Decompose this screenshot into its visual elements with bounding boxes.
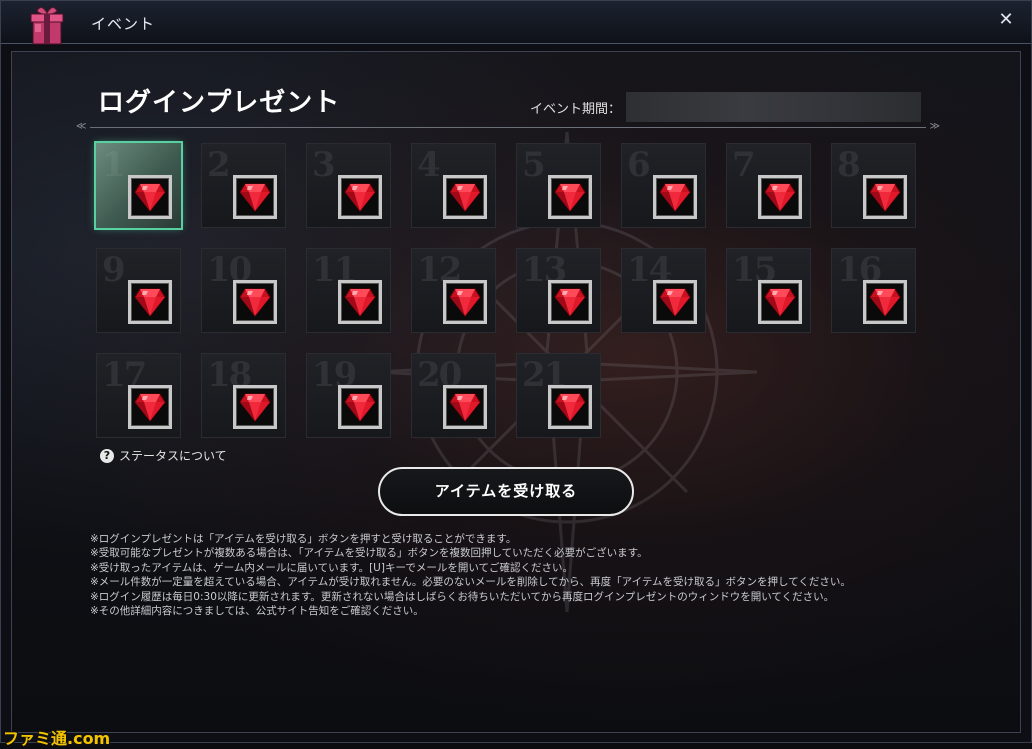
reward-day-cell[interactable]: 5 [516,143,601,228]
item-slot [233,280,277,324]
red-gem-icon [554,288,586,317]
item-slot [128,280,172,324]
red-gem-icon [134,288,166,317]
day-number: 4 [417,145,441,185]
reward-day-cell[interactable]: 13 [516,248,601,333]
day-number: 2 [207,145,231,185]
login-present-panel: ログインプレゼント イベント期間： ≪ ≫ 1 2 3 4 5 6 7 8 9 10 11 12 13 14… [11,51,1021,733]
item-slot [653,280,697,324]
red-gem-icon [659,183,691,212]
red-gem-icon [869,183,901,212]
watermark-logo: ファミ通.com [3,729,111,748]
red-gem-icon [344,288,376,317]
item-slot [128,175,172,219]
event-period-value [626,92,921,122]
reward-day-cell[interactable]: 19 [306,353,391,438]
red-gem-icon [659,288,691,317]
day-number: 7 [732,145,756,185]
event-window: イベント ✕ ログインプレゼント イベント期間： ≪ ≫ 1 2 3 4 5 6 7 8 9 10 1… [0,0,1032,748]
close-button[interactable]: ✕ [995,9,1017,31]
item-slot [863,280,907,324]
item-slot [758,175,802,219]
note-line: ※ログインプレゼントは「アイテムを受け取る」ボタンを押すと受け取ることができます… [90,533,517,545]
reward-day-cell[interactable]: 16 [831,248,916,333]
reward-day-cell[interactable]: 21 [516,353,601,438]
reward-day-cell[interactable]: 14 [621,248,706,333]
reward-day-cell[interactable]: 4 [411,143,496,228]
red-gem-icon [869,288,901,317]
day-number: 8 [837,145,861,185]
item-slot [128,385,172,429]
reward-day-cell[interactable]: 3 [306,143,391,228]
item-slot [758,280,802,324]
note-line: ※メール件数が一定量を超えている場合、アイテムが受け取れません。必要のないメール… [90,576,851,589]
red-gem-icon [764,183,796,212]
red-gem-icon [764,288,796,317]
red-gem-icon [554,393,586,422]
reward-day-cell[interactable]: 12 [411,248,496,333]
reward-day-cell[interactable]: 18 [201,353,286,438]
day-number: 9 [102,250,126,290]
item-slot [233,175,277,219]
day-number: 1 [102,145,126,185]
item-slot [338,385,382,429]
reward-day-cell[interactable]: 2 [201,143,286,228]
reward-day-cell[interactable]: 9 [96,248,181,333]
red-gem-icon [134,183,166,212]
item-slot [548,280,592,324]
reward-calendar-grid: 1 2 3 4 5 6 7 8 9 10 11 12 13 14 15 16 17 18 19 20 21 [96,143,936,443]
red-gem-icon [449,288,481,317]
item-slot [233,385,277,429]
item-slot [443,280,487,324]
reward-day-cell[interactable]: 8 [831,143,916,228]
red-gem-icon [134,393,166,422]
reward-day-cell[interactable]: 15 [726,248,811,333]
item-slot [338,280,382,324]
note-line: ※受取可能なプレゼントが複数ある場合は、「アイテムを受け取る」ボタンを複数回押し… [90,547,648,560]
gift-icon [30,7,64,45]
item-slot [338,175,382,219]
red-gem-icon [239,288,271,317]
red-gem-icon [449,393,481,422]
receive-item-button[interactable]: アイテムを受け取る [378,467,634,516]
day-number: 6 [627,145,651,185]
reward-day-cell[interactable]: 17 [96,353,181,438]
reward-day-cell[interactable]: 1 [96,143,181,228]
red-gem-icon [344,183,376,212]
reward-day-cell[interactable]: 11 [306,248,391,333]
reward-day-cell[interactable]: 10 [201,248,286,333]
reward-day-cell[interactable]: 6 [621,143,706,228]
help-icon: ? [100,448,114,463]
note-line: ※その他詳細内容につきましては、公式サイト告知をご確認ください。 [90,605,424,618]
red-gem-icon [344,393,376,422]
note-line: ※ログイン履歴は毎日0:30以降に更新されます。更新されない場合はしばらくお待ち… [90,590,835,603]
status-help-label: ステータスについて [119,449,227,463]
note-line: ※受け取ったアイテムは、ゲーム内メールに届いています。[U]キーでメールを開いて… [90,561,573,574]
item-slot [443,385,487,429]
page-title: ログインプレゼント [98,88,341,118]
item-slot [443,175,487,219]
item-slot [653,175,697,219]
notes-list: ※ログインプレゼントは「アイテムを受け取る」ボタンを押すと受け取ることができます… [90,532,990,618]
red-gem-icon [239,393,271,422]
reward-day-cell[interactable]: 7 [726,143,811,228]
title-bar: イベント ✕ [1,1,1031,45]
red-gem-icon [449,183,481,212]
red-gem-icon [239,183,271,212]
window-title: イベント [91,15,156,33]
event-period-label: イベント期間： [530,102,622,117]
item-slot [548,385,592,429]
red-gem-icon [554,183,586,212]
title-divider: ≪ ≫ [76,121,940,132]
day-number: 3 [312,145,336,185]
status-help-link[interactable]: ? ステータスについて [100,447,227,464]
reward-day-cell[interactable]: 20 [411,353,496,438]
item-slot [548,175,592,219]
day-number: 5 [522,145,546,185]
item-slot [863,175,907,219]
